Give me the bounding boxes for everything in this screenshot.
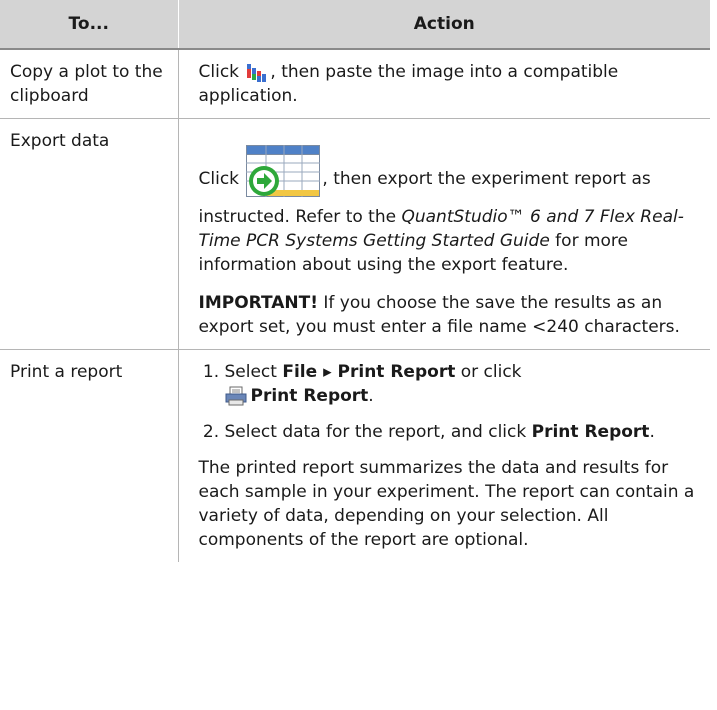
export-instructions: Click , then export the experiment repor… (199, 145, 701, 277)
important-label: IMPORTANT! (198, 293, 319, 313)
header-action: Action (178, 0, 710, 50)
print-steps: Select File ▸ Print Report or click Prin… (199, 360, 701, 444)
table-row: Export data Click , then export the expe… (0, 118, 710, 350)
table-row: Print a report Select File ▸ Print Repor… (0, 349, 710, 562)
task-copy-plot: Copy a plot to the clipboard (0, 49, 179, 119)
print-step-2: Select data for the report, and click Pr… (225, 420, 701, 444)
actions-table: To... Action Copy a plot to the clipboar… (0, 0, 710, 562)
table-row: Copy a plot to the clipboard Click , the… (0, 49, 710, 119)
print-icon[interactable] (225, 386, 247, 406)
task-export-data: Export data (0, 118, 179, 350)
table-header-row: To... Action (0, 0, 710, 50)
print-step-1: Select File ▸ Print Report or click Prin… (225, 360, 701, 408)
action-print-report: Select File ▸ Print Report or click Prin… (177, 349, 710, 562)
print-report-note: The printed report summarizes the data a… (198, 458, 695, 550)
header-to: To... (0, 0, 179, 50)
action-export-data: Click , then export the experiment repor… (178, 118, 710, 350)
print-report-button-label: Print Report (250, 386, 369, 406)
export-icon[interactable] (246, 145, 321, 197)
action-copy-plot: Click , then paste the image into a comp… (178, 49, 710, 119)
copy-plot-icon[interactable] (246, 61, 268, 83)
important-note: IMPORTANT! If you choose the save the re… (198, 293, 680, 337)
menu-path: File ▸ Print Report (282, 362, 456, 382)
task-print-report: Print a report (0, 349, 179, 562)
print-report-button-label-2: Print Report (531, 422, 650, 442)
